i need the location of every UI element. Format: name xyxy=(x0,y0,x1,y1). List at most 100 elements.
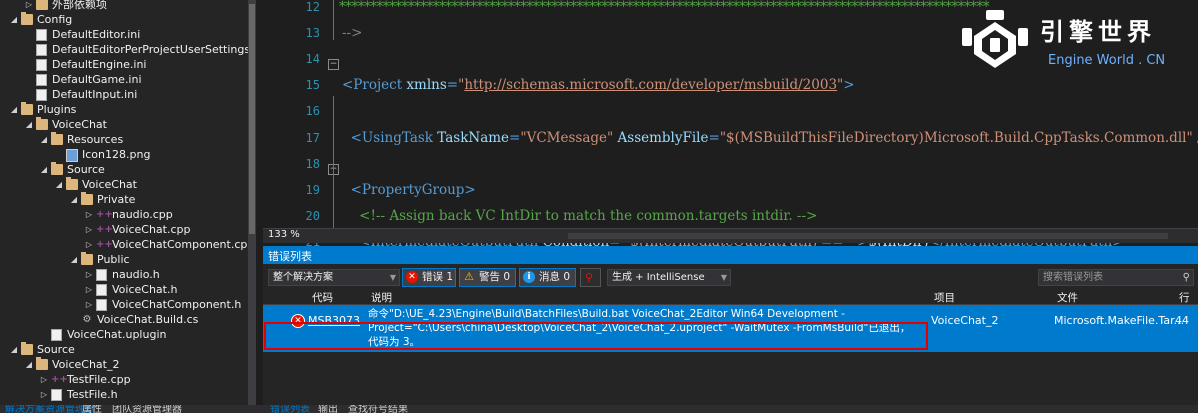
folder-icon xyxy=(36,357,48,370)
bottom-tab[interactable]: 团队资源管理器 xyxy=(112,405,182,413)
tree-item-label: Icon128.png xyxy=(82,148,151,161)
collapse-arrow-icon[interactable]: ◢ xyxy=(39,162,49,177)
expand-arrow-icon[interactable]: ▷ xyxy=(84,297,94,312)
scrollbar-thumb[interactable] xyxy=(249,4,255,234)
file-icon xyxy=(51,329,62,341)
tree-item-label: DefaultGame.ini xyxy=(52,73,142,86)
chevron-down-icon: ▼ xyxy=(720,273,727,282)
expand-arrow-icon[interactable]: ▷ xyxy=(84,222,94,237)
engine-world-logo-icon xyxy=(962,10,1028,68)
errors-filter-label: 错误 1 xyxy=(422,271,454,283)
build-source-value: 生成 + IntelliSense xyxy=(612,272,705,283)
collapse-arrow-icon[interactable]: ◢ xyxy=(9,342,19,357)
watermark-title: 引擎世界 xyxy=(1040,18,1156,46)
search-icon: ⚲ xyxy=(1182,272,1190,283)
tree-item-label: DefaultEngine.ini xyxy=(52,58,147,71)
tree-item-label: VoiceChat.Build.cs xyxy=(97,313,199,326)
file-icon xyxy=(36,29,47,41)
tree-item-label: VoiceChat.uplugin xyxy=(67,328,167,341)
tree-item-label: Source xyxy=(67,163,105,176)
code-line[interactable]: --> xyxy=(342,25,362,41)
expand-arrow-icon[interactable]: ▷ xyxy=(84,267,94,282)
tree-item-label: Resources xyxy=(67,133,124,146)
file-icon xyxy=(96,299,107,311)
code-line[interactable]: ****************************************… xyxy=(339,0,990,15)
expand-arrow-icon[interactable]: ▷ xyxy=(39,372,49,387)
collapse-arrow-icon[interactable]: ◢ xyxy=(54,177,64,192)
expand-arrow-icon[interactable]: ▷ xyxy=(84,207,94,222)
error-code-link[interactable]: MSB3073 xyxy=(308,314,360,327)
expand-arrow-icon[interactable]: ▷ xyxy=(84,237,94,252)
code-line[interactable]: <!-- Assign back VC IntDir to match the … xyxy=(342,208,817,224)
collapse-arrow-icon[interactable]: ◢ xyxy=(39,132,49,147)
code-line[interactable]: <PropertyGroup> xyxy=(342,182,476,198)
collapse-arrow-icon[interactable]: ◢ xyxy=(69,192,79,207)
file-icon xyxy=(36,44,47,56)
bottom-tab[interactable]: 输出 xyxy=(318,405,338,413)
tree-item-label: Config xyxy=(37,13,73,26)
folder-icon xyxy=(21,342,33,355)
folder-icon xyxy=(81,192,93,205)
scope-dropdown[interactable]: 整个解决方案 ▼ xyxy=(268,269,400,286)
header-code[interactable]: 代码 xyxy=(312,290,333,305)
collapse-arrow-icon[interactable]: ◢ xyxy=(9,102,19,117)
editor-statusbar: 133 % xyxy=(263,228,1198,243)
vertical-scrollbar[interactable] xyxy=(248,0,256,405)
cpp-file-icon: ++ xyxy=(96,209,113,220)
tree-item-label: VoiceChatComponent.cp xyxy=(112,238,248,251)
collapse-arrow-icon[interactable]: ◢ xyxy=(9,12,19,27)
line-number: 12 xyxy=(305,0,320,14)
error-file: Microsoft.MakeFile.Tar... xyxy=(1054,314,1185,327)
tree-item-label: DefaultEditorPerProjectUserSettings.i xyxy=(52,43,256,56)
code-line[interactable]: <Project xmlns="http://schemas.microsoft… xyxy=(342,77,855,93)
file-icon xyxy=(36,74,47,86)
cpp-file-icon: ++ xyxy=(96,224,113,235)
tree-item-label: TestFile.h xyxy=(67,388,118,401)
header-description[interactable]: 说明 xyxy=(371,290,392,305)
tree-item-label: TestFile.cpp xyxy=(67,373,131,386)
line-number: 19 xyxy=(305,182,320,197)
folder-icon xyxy=(66,177,78,190)
collapse-region-icon[interactable]: − xyxy=(328,59,339,71)
build-source-dropdown[interactable]: 生成 + IntelliSense ▼ xyxy=(607,269,731,286)
folder-icon xyxy=(51,162,63,175)
code-line[interactable]: <UsingTask TaskName="VCMessage" Assembly… xyxy=(342,130,1198,146)
bottom-tab[interactable]: 属性 xyxy=(82,405,102,413)
errors-filter-button[interactable]: ✕ 错误 1 xyxy=(402,268,456,287)
error-list-headers: 代码 说明 项目 文件 行 xyxy=(263,289,1198,305)
file-icon xyxy=(96,284,107,296)
error-row[interactable]: ✕ MSB3073 命令"D:\UE_4.23\Engine\Build\Bat… xyxy=(263,305,1198,352)
tree-item-label: VoiceChat_2 xyxy=(52,358,120,371)
chevron-down-icon: ▼ xyxy=(389,273,396,282)
expand-arrow-icon[interactable]: ▷ xyxy=(24,0,34,12)
zoom-level[interactable]: 133 % xyxy=(268,229,300,240)
expand-arrow-icon[interactable]: ▷ xyxy=(84,282,94,297)
line-number: 14 xyxy=(305,52,320,67)
tree-item-label: VoiceChat xyxy=(52,118,107,131)
collapse-arrow-icon[interactable]: ◢ xyxy=(24,357,34,372)
warnings-filter-button[interactable]: ⚠ 警告 0 xyxy=(459,268,516,287)
tree-item-label: naudio.cpp xyxy=(112,208,173,221)
error-list-panel: 错误列表 ▾ ⊞ ✕ 整个解决方案 ▼ ✕ 错误 1 ⚠ 警告 0 i 消息 0… xyxy=(263,246,1198,405)
messages-filter-button[interactable]: i 消息 0 xyxy=(519,268,576,287)
bottom-tab[interactable]: 查找符号结果 xyxy=(348,405,408,413)
scope-dropdown-value: 整个解决方案 xyxy=(273,272,333,283)
expand-arrow-icon[interactable]: ▷ xyxy=(39,387,49,402)
search-error-list-input[interactable]: 搜索错误列表 ⚲ xyxy=(1038,269,1194,286)
collapse-arrow-icon[interactable]: ◢ xyxy=(69,252,79,267)
bottom-tabs: 解决方案资源管理器 属性 团队资源管理器 错误列表 输出 查找符号结果 xyxy=(0,405,1198,413)
line-number: 16 xyxy=(305,104,320,119)
folder-icon xyxy=(51,132,63,145)
filter-button[interactable]: ⚲ xyxy=(580,268,601,287)
tree-item-label: naudio.h xyxy=(112,268,160,281)
file-icon xyxy=(36,89,47,101)
header-line[interactable]: 行 xyxy=(1179,290,1190,305)
watermark-subtitle: Engine World . CN xyxy=(1048,53,1166,68)
tree-item-label: VoiceChat.h xyxy=(112,283,178,296)
collapse-arrow-icon[interactable]: ◢ xyxy=(24,117,34,132)
horizontal-scrollbar[interactable] xyxy=(568,233,1168,239)
image-file-icon xyxy=(66,149,78,162)
header-project[interactable]: 项目 xyxy=(934,290,955,305)
bottom-tab[interactable]: 错误列表 xyxy=(270,405,310,413)
header-file[interactable]: 文件 xyxy=(1057,290,1078,305)
